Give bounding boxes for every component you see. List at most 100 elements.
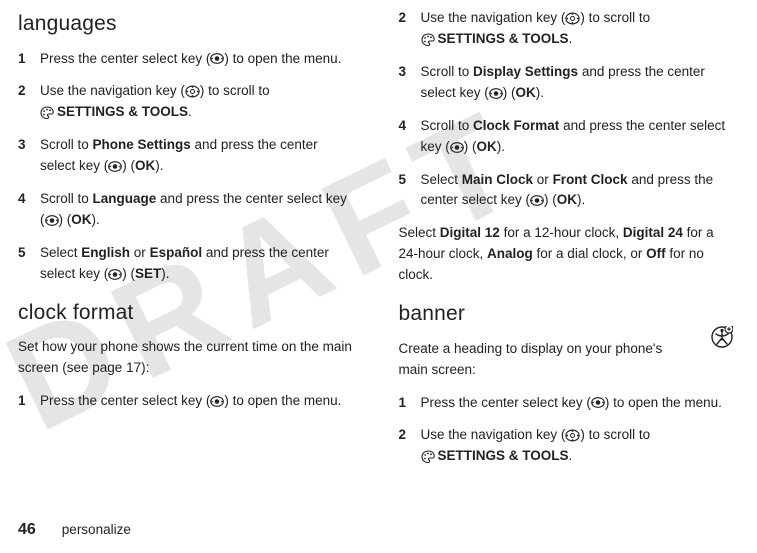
navigation-key-icon — [565, 12, 580, 25]
languages-step-4: 4 Scroll to Language and press the cente… — [18, 189, 355, 231]
option-label: Español — [150, 245, 203, 260]
text: ). — [497, 139, 505, 154]
option-label: Main Clock — [462, 172, 533, 187]
clock-format-intro: Set how your phone shows the current tim… — [18, 337, 355, 379]
step-number: 1 — [399, 393, 421, 414]
heading-languages: languages — [18, 8, 355, 41]
option-label: English — [81, 245, 130, 260]
text: ). — [161, 266, 169, 281]
page-number: 46 — [18, 518, 36, 543]
step-body: Press the center select key () to open t… — [40, 49, 355, 70]
palette-icon — [421, 450, 438, 463]
text: ) to open the menu. — [605, 395, 722, 410]
step-body: Use the navigation key () to scroll to S… — [421, 8, 736, 50]
text: Press the center select key ( — [421, 395, 591, 410]
option-label: Digital 12 — [440, 225, 500, 240]
menu-label: SETTINGS & TOOLS — [438, 448, 569, 463]
step-body: Use the navigation key () to scroll to S… — [40, 81, 355, 123]
right-column: 2 Use the navigation key ( ) to scroll to… — [399, 8, 736, 479]
text: Select — [399, 225, 440, 240]
step-body: Scroll to Clock Format and press the cen… — [421, 116, 736, 158]
step-number: 1 — [18, 49, 40, 70]
text: Select — [40, 245, 81, 260]
clock-step-1: 1 Press the center select key () to open… — [18, 391, 355, 412]
text: ). — [577, 192, 585, 207]
step-number: 4 — [18, 189, 40, 231]
page-footer: 46 personalize — [18, 518, 131, 543]
step-number: 2 — [399, 425, 421, 467]
text: Press the center select key ( — [40, 51, 210, 66]
menu-label: SETTINGS & TOOLS — [438, 31, 569, 46]
step-number: 4 — [399, 116, 421, 158]
menu-label: SETTINGS & TOOLS — [57, 104, 188, 119]
text: ). — [92, 212, 100, 227]
text: or — [533, 172, 553, 187]
option-label: Front Clock — [553, 172, 628, 187]
step-body: Scroll to Display Settings and press the… — [421, 62, 736, 104]
step-body: Select Main Clock or Front Clock and pre… — [421, 170, 736, 212]
clock-step-4: 4 Scroll to Clock Format and press the c… — [399, 116, 736, 158]
center-select-key-icon — [210, 53, 224, 64]
step-body: Press the center select key () to open t… — [40, 391, 355, 412]
softkey-label: OK — [135, 158, 155, 173]
step-number: 5 — [18, 243, 40, 285]
center-select-key-icon — [45, 215, 59, 226]
text: Scroll to — [40, 191, 93, 206]
palette-icon — [40, 106, 57, 119]
text: Select — [421, 172, 462, 187]
step-number: 3 — [399, 62, 421, 104]
text: ) ( — [464, 139, 477, 154]
text: ) ( — [544, 192, 557, 207]
menu-label: Display Settings — [473, 64, 578, 79]
heading-clock-format: clock format — [18, 297, 355, 330]
navigation-key-icon — [185, 85, 200, 98]
clock-step-5: 5 Select Main Clock or Front Clock and p… — [399, 170, 736, 212]
center-select-key-icon — [489, 88, 503, 99]
text: or — [130, 245, 150, 260]
option-label: Off — [646, 246, 666, 261]
text: ) ( — [122, 158, 135, 173]
palette-icon — [421, 33, 438, 46]
clock-step-2: 2 Use the navigation key () to scroll to… — [399, 8, 736, 50]
languages-step-2: 2 Use the navigation key () to scroll to… — [18, 81, 355, 123]
softkey-label: SET — [135, 266, 161, 281]
text: ) ( — [503, 85, 516, 100]
text: ) ( — [122, 266, 135, 281]
step-body: Use the navigation key ( ) to scroll to S… — [421, 425, 736, 467]
center-select-key-icon — [530, 195, 544, 206]
softkey-label: OK — [557, 192, 577, 207]
text: for a 12-hour clock, — [500, 225, 623, 240]
step-body: Scroll to Phone Settings and press the c… — [40, 135, 355, 177]
menu-label: Language — [93, 191, 157, 206]
languages-step-1: 1 Press the center select key () to open… — [18, 49, 355, 70]
clock-step-3: 3 Scroll to Display Settings and press t… — [399, 62, 736, 104]
step-body: Select English or Español and press the … — [40, 243, 355, 285]
clock-options-para: Select Digital 12 for a 12-hour clock, D… — [399, 223, 736, 286]
text: . — [188, 104, 192, 119]
text: for a dial clock, or — [533, 246, 646, 261]
menu-label: Phone Settings — [93, 137, 191, 152]
center-select-key-icon — [210, 396, 224, 407]
softkey-label: OK — [477, 139, 497, 154]
text: Use the navigation key ( — [421, 427, 566, 442]
step-body: Scroll to Language and press the center … — [40, 189, 355, 231]
center-select-key-icon — [108, 161, 122, 172]
accessibility-icon — [711, 326, 733, 348]
banner-step-2: 2 Use the navigation key ( ) to scroll to… — [399, 425, 736, 467]
banner-intro: Create a heading to display on your phon… — [399, 339, 736, 381]
step-body: Press the center select key ( ) to open t… — [421, 393, 736, 414]
softkey-label: OK — [516, 85, 536, 100]
text: Use the navigation key ( — [421, 10, 566, 25]
step-number: 3 — [18, 135, 40, 177]
center-select-key-icon — [591, 397, 605, 408]
languages-step-3: 3 Scroll to Phone Settings and press the… — [18, 135, 355, 177]
text: ). — [536, 85, 544, 100]
text: Use the navigation key ( — [40, 83, 185, 98]
banner-step-1: 1 Press the center select key ( ) to open… — [399, 393, 736, 414]
text: ) ( — [59, 212, 72, 227]
center-select-key-icon — [450, 142, 464, 153]
text: Press the center select key ( — [40, 393, 210, 408]
text: ) to scroll to — [580, 427, 650, 442]
text: Scroll to — [421, 64, 474, 79]
step-number: 2 — [399, 8, 421, 50]
